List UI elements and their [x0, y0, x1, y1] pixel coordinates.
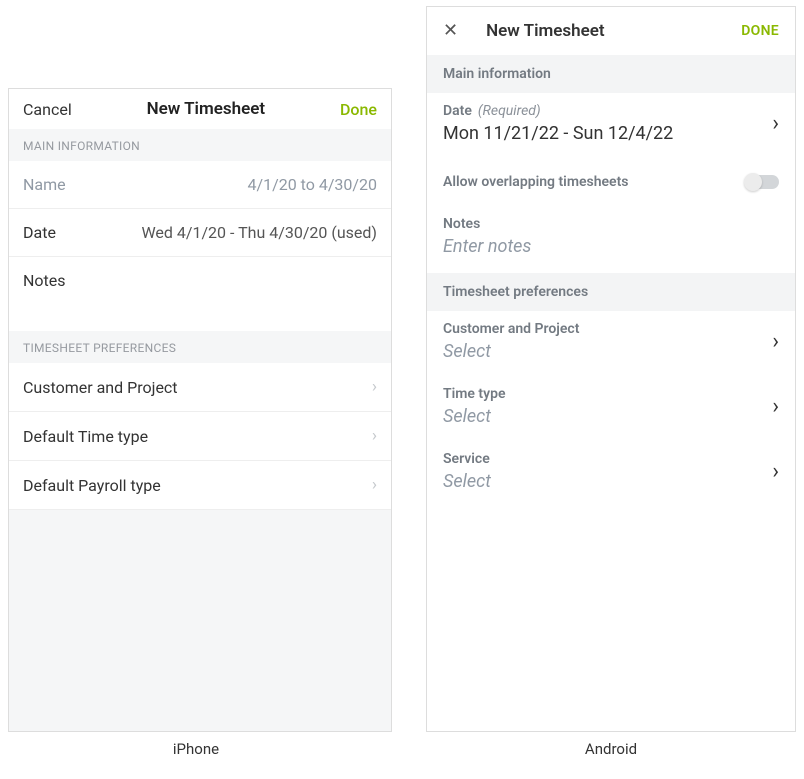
default-time-type-label: Default Time type — [23, 427, 148, 446]
allow-overlapping-toggle[interactable] — [745, 175, 779, 189]
customer-project-row[interactable]: Customer and Project Select › — [427, 311, 795, 376]
section-main-information: MAIN INFORMATION — [9, 129, 391, 161]
chevron-right-icon: › — [372, 475, 377, 495]
page-title: New Timesheet — [486, 21, 713, 41]
time-type-label: Time type — [443, 386, 505, 402]
customer-project-label: Customer and Project — [23, 378, 178, 397]
toggle-knob — [744, 173, 762, 191]
android-caption: Android — [426, 740, 796, 758]
section-timesheet-preferences: Timesheet preferences — [427, 273, 795, 311]
customer-project-label: Customer and Project — [443, 321, 579, 337]
time-type-row[interactable]: Time type Select › — [427, 376, 795, 441]
default-payroll-type-label: Default Payroll type — [23, 476, 161, 495]
default-time-type-row[interactable]: Default Time type › — [9, 412, 391, 461]
service-label: Service — [443, 451, 490, 467]
done-button[interactable]: Done — [340, 100, 377, 119]
date-row[interactable]: Date Wed 4/1/20 - Thu 4/30/20 (used) — [9, 209, 391, 257]
date-required: (Required) — [478, 103, 541, 119]
allow-overlapping-label: Allow overlapping timesheets — [443, 174, 629, 190]
notes-placeholder: Enter notes — [443, 236, 779, 257]
cancel-button[interactable]: Cancel — [23, 100, 72, 119]
done-button[interactable]: DONE — [741, 23, 779, 39]
date-row[interactable]: Date (Required) Mon 11/21/22 - Sun 12/4/… — [427, 93, 795, 158]
chevron-right-icon: › — [772, 329, 779, 354]
section-main-information: Main information — [427, 55, 795, 93]
chevron-right-icon: › — [372, 377, 377, 397]
chevron-right-icon: › — [772, 111, 779, 136]
section-timesheet-preferences: TIMESHEET PREFERENCES — [9, 331, 391, 363]
date-label: Date — [443, 103, 472, 119]
chevron-right-icon: › — [372, 426, 377, 446]
notes-row[interactable]: Notes Enter notes — [427, 206, 795, 273]
chevron-right-icon: › — [772, 394, 779, 419]
iphone-caption: iPhone — [0, 740, 392, 758]
page-title: New Timesheet — [147, 99, 266, 119]
name-row[interactable]: Name 4/1/20 to 4/30/20 — [9, 161, 391, 209]
notes-row[interactable]: Notes — [9, 257, 391, 331]
empty-space — [9, 510, 391, 731]
date-value: Mon 11/21/22 - Sun 12/4/22 — [443, 123, 772, 144]
notes-label: Notes — [23, 271, 66, 290]
service-value: Select — [443, 471, 772, 492]
iphone-header: Cancel New Timesheet Done — [9, 89, 391, 129]
notes-label: Notes — [443, 216, 779, 232]
android-header: ✕ New Timesheet DONE — [427, 7, 795, 55]
time-type-value: Select — [443, 406, 772, 427]
allow-overlapping-row: Allow overlapping timesheets — [427, 158, 795, 206]
customer-project-value: Select — [443, 341, 772, 362]
service-row[interactable]: Service Select › — [427, 441, 795, 506]
close-icon[interactable]: ✕ — [443, 22, 458, 40]
default-payroll-type-row[interactable]: Default Payroll type › — [9, 461, 391, 510]
date-label: Date — [23, 223, 56, 242]
name-value: 4/1/20 to 4/30/20 — [248, 175, 377, 194]
chevron-right-icon: › — [772, 459, 779, 484]
name-label: Name — [23, 175, 66, 194]
date-value: Wed 4/1/20 - Thu 4/30/20 (used) — [141, 223, 377, 242]
customer-project-row[interactable]: Customer and Project › — [9, 363, 391, 412]
